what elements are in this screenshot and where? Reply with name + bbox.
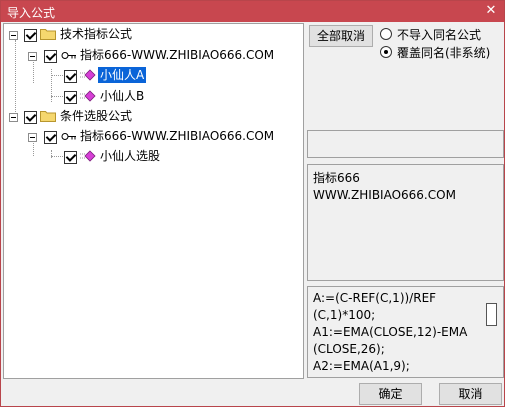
tree-node-xiaoxianren-a[interactable]: 小仙人A [4, 67, 294, 85]
formula-line: A2:=EMA(A1,9); [313, 359, 410, 373]
tree-node-label: 指标666-WWW.ZHIBIAO666.COM [80, 129, 275, 143]
tree-node-xiaoxianren-xuangu[interactable]: 小仙人选股 [4, 148, 294, 166]
node-checkbox[interactable] [64, 91, 77, 104]
tree-node-label: 技术指标公式 [60, 27, 133, 41]
overwrite-label: 覆盖同名(非系统) [397, 46, 491, 60]
tree-node-label: 指标666-WWW.ZHIBIAO666.COM [80, 48, 275, 62]
no-import-radio[interactable] [380, 28, 392, 40]
tree-node-label: 小仙人A [98, 67, 147, 83]
scrollbar-thumb[interactable] [486, 303, 497, 326]
tree-node-technical[interactable]: 技术指标公式 [4, 26, 294, 44]
node-checkbox[interactable] [64, 151, 77, 164]
key-icon [61, 133, 76, 140]
tree-node-xiaoxianren-b[interactable]: 小仙人B [4, 88, 294, 106]
close-icon[interactable]: ✕ [482, 2, 500, 20]
import-formula-dialog: 导入公式 ✕ 技术指标公式 指标666-WWW.ZHIBIAO666.COM 小… [0, 0, 505, 407]
formula-line: (CLOSE,26); [313, 342, 385, 356]
node-checkbox[interactable] [44, 131, 57, 144]
no-import-label: 不导入同名公式 [397, 28, 482, 42]
node-checkbox[interactable] [24, 29, 37, 42]
formula-line: A1:=EMA(CLOSE,12)-EMA [313, 325, 468, 339]
tree-node-label: 小仙人B [100, 89, 145, 103]
info-box [307, 130, 504, 158]
cancel-button[interactable]: 取消 [439, 383, 502, 405]
window-title: 导入公式 [7, 6, 56, 20]
description-box: 指标666 WWW.ZHIBIAO666.COM [307, 164, 504, 281]
tree-node-label: 条件选股公式 [60, 109, 133, 123]
collapse-icon[interactable] [9, 113, 18, 122]
description-line: 指标666 [313, 171, 360, 185]
folder-icon [40, 111, 56, 122]
cancel-all-button[interactable]: 全部取消 [309, 25, 373, 47]
formula-diamond-icon [80, 150, 96, 162]
formula-diamond-icon [80, 69, 96, 81]
folder-icon [40, 29, 56, 40]
tree-node-stock-selection[interactable]: 条件选股公式 [4, 108, 294, 126]
collapse-icon[interactable] [28, 133, 37, 142]
description-line: WWW.ZHIBIAO666.COM [313, 188, 456, 202]
formula-line: A:=(C-REF(C,1))/REF [313, 291, 437, 305]
node-checkbox[interactable] [64, 70, 77, 83]
tree-node-indicator-group[interactable]: 指标666-WWW.ZHIBIAO666.COM [4, 47, 294, 65]
formula-box[interactable]: A:=(C-REF(C,1))/REF (C,1)*100; A1:=EMA(C… [307, 286, 504, 378]
title-bar[interactable]: 导入公式 ✕ [1, 1, 504, 22]
collapse-icon[interactable] [28, 52, 37, 61]
collapse-icon[interactable] [9, 31, 18, 40]
formula-tree[interactable]: 技术指标公式 指标666-WWW.ZHIBIAO666.COM 小仙人A 小仙人… [3, 23, 304, 379]
key-icon [61, 52, 76, 59]
tree-node-label: 小仙人选股 [100, 149, 161, 163]
formula-line: (C,1)*100; [313, 308, 376, 322]
ok-button[interactable]: 确定 [359, 383, 422, 405]
overwrite-radio[interactable] [380, 46, 392, 58]
node-checkbox[interactable] [44, 50, 57, 63]
tree-node-indicator-group-2[interactable]: 指标666-WWW.ZHIBIAO666.COM [4, 128, 294, 146]
formula-diamond-icon [80, 90, 96, 102]
node-checkbox[interactable] [24, 111, 37, 124]
